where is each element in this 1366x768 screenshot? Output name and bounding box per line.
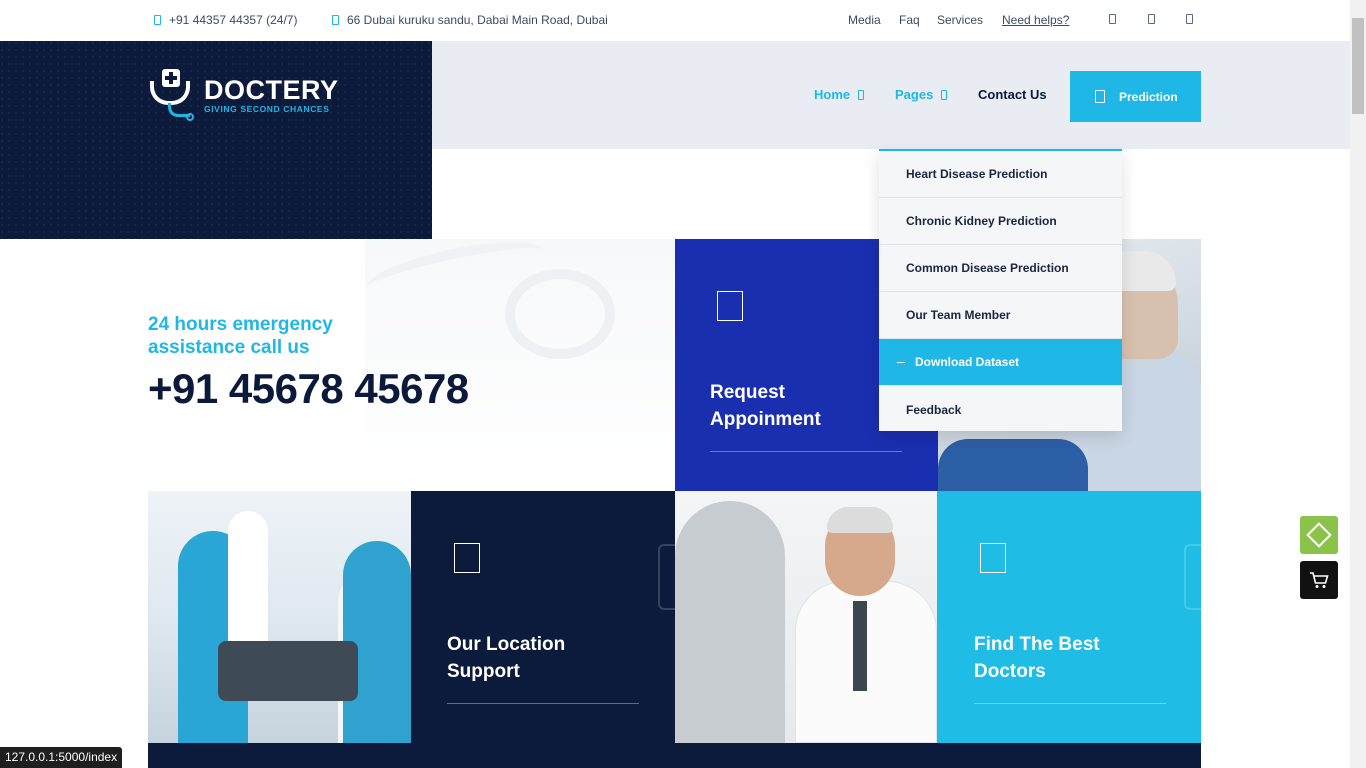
top-phone: +91 44357 44357 (24/7): [154, 13, 297, 27]
nav-contact-label: Contact Us: [978, 87, 1047, 102]
emergency-text: 24 hours emergency assistance call us: [148, 313, 333, 359]
emergency-line-2: assistance call us: [148, 337, 310, 358]
location-title: Our Location Support: [447, 631, 565, 685]
menu-item-download-dataset-label: Download Dataset: [915, 355, 1020, 369]
status-bar-url: 127.0.0.1:5000/index: [0, 747, 123, 768]
twitter-icon[interactable]: [1148, 14, 1155, 24]
menu-item-team-member[interactable]: Our Team Member: [879, 292, 1122, 339]
doctors-title: Find The Best Doctors: [974, 631, 1100, 685]
nav-home-label: Home: [814, 87, 851, 102]
decorative-bracket: [658, 544, 675, 610]
nav-contact[interactable]: Contact Us: [978, 87, 1047, 102]
nav-pages[interactable]: Pages: [895, 87, 948, 102]
chevron-down-icon: [941, 89, 948, 100]
emergency-phone[interactable]: +91 45678 45678: [148, 365, 469, 413]
pages-dropdown-menu: Heart Disease Prediction Chronic Kidney …: [879, 149, 1122, 431]
divider: [447, 703, 639, 704]
nav-home[interactable]: Home: [814, 87, 865, 102]
footer-band: [148, 743, 1201, 768]
nav-pages-label: Pages: [895, 87, 934, 102]
cube-icon: [1306, 522, 1332, 548]
doctor-icon: [980, 543, 1006, 573]
menu-item-heart-prediction[interactable]: Heart Disease Prediction: [879, 151, 1122, 198]
divider: [710, 451, 902, 452]
decorative-bracket: [1184, 544, 1201, 610]
site-logo[interactable]: DOCTERY GIVING SECOND CHANCES: [148, 69, 339, 121]
emergency-room-image: [148, 491, 411, 743]
instagram-icon[interactable]: [1186, 14, 1193, 24]
location-title-line-1: Our Location: [447, 634, 566, 655]
menu-item-feedback[interactable]: Feedback: [879, 386, 1122, 433]
prediction-button[interactable]: Prediction: [1070, 71, 1201, 122]
menu-item-common-disease-prediction[interactable]: Common Disease Prediction: [879, 245, 1122, 292]
find-doctors-tile[interactable]: Find The Best Doctors: [937, 491, 1201, 743]
divider: [974, 703, 1166, 704]
chevron-down-icon: [858, 89, 865, 100]
location-title-line-2: Support: [447, 661, 520, 682]
cart-widget-button[interactable]: [1300, 561, 1338, 599]
emergency-line-1: 24 hours emergency: [148, 314, 333, 335]
logo-icon: [148, 69, 196, 121]
top-link-faq[interactable]: Faq: [899, 13, 920, 27]
top-phone-text: +91 44357 44357 (24/7): [169, 13, 298, 27]
top-link-media[interactable]: Media: [848, 13, 881, 27]
location-support-tile[interactable]: Our Location Support: [411, 491, 675, 743]
scrollbar-thumb[interactable]: [1352, 18, 1364, 114]
request-title-line-2: Appoinment: [710, 409, 821, 430]
doctor-handshake-image: [675, 491, 937, 743]
request-title: Request Appoinment: [710, 379, 821, 433]
location-icon: [332, 15, 339, 25]
prediction-button-label: Prediction: [1119, 89, 1178, 104]
top-bar: +91 44357 44357 (24/7) 66 Dubai kuruku s…: [0, 0, 1350, 41]
top-address-text: 66 Dubai kuruku sandu, Dabai Main Road, …: [347, 13, 608, 27]
logo-text: DOCTERY GIVING SECOND CHANCES: [204, 76, 339, 114]
phone-icon: [154, 15, 161, 25]
brand-name: DOCTERY: [204, 75, 339, 105]
request-title-line-1: Request: [710, 382, 785, 403]
top-address: 66 Dubai kuruku sandu, Dabai Main Road, …: [332, 13, 608, 27]
doctors-title-line-1: Find The Best: [974, 634, 1100, 655]
top-link-need-help[interactable]: Need helps?: [1002, 13, 1069, 27]
page-scrollbar[interactable]: [1350, 0, 1366, 768]
calendar-icon: [717, 291, 743, 321]
cart-icon: [1310, 572, 1329, 588]
menu-item-download-dataset[interactable]: Download Dataset: [879, 339, 1122, 386]
top-link-services[interactable]: Services: [937, 13, 983, 27]
active-dash-icon: [897, 361, 905, 363]
menu-item-kidney-prediction[interactable]: Chronic Kidney Prediction: [879, 198, 1122, 245]
brand-tagline: GIVING SECOND CHANCES: [204, 104, 330, 114]
doctors-title-line-2: Doctors: [974, 661, 1046, 682]
prediction-icon: [1095, 90, 1105, 103]
map-icon: [454, 543, 480, 573]
demo-widget-button[interactable]: [1300, 516, 1338, 554]
facebook-icon[interactable]: [1109, 14, 1116, 24]
